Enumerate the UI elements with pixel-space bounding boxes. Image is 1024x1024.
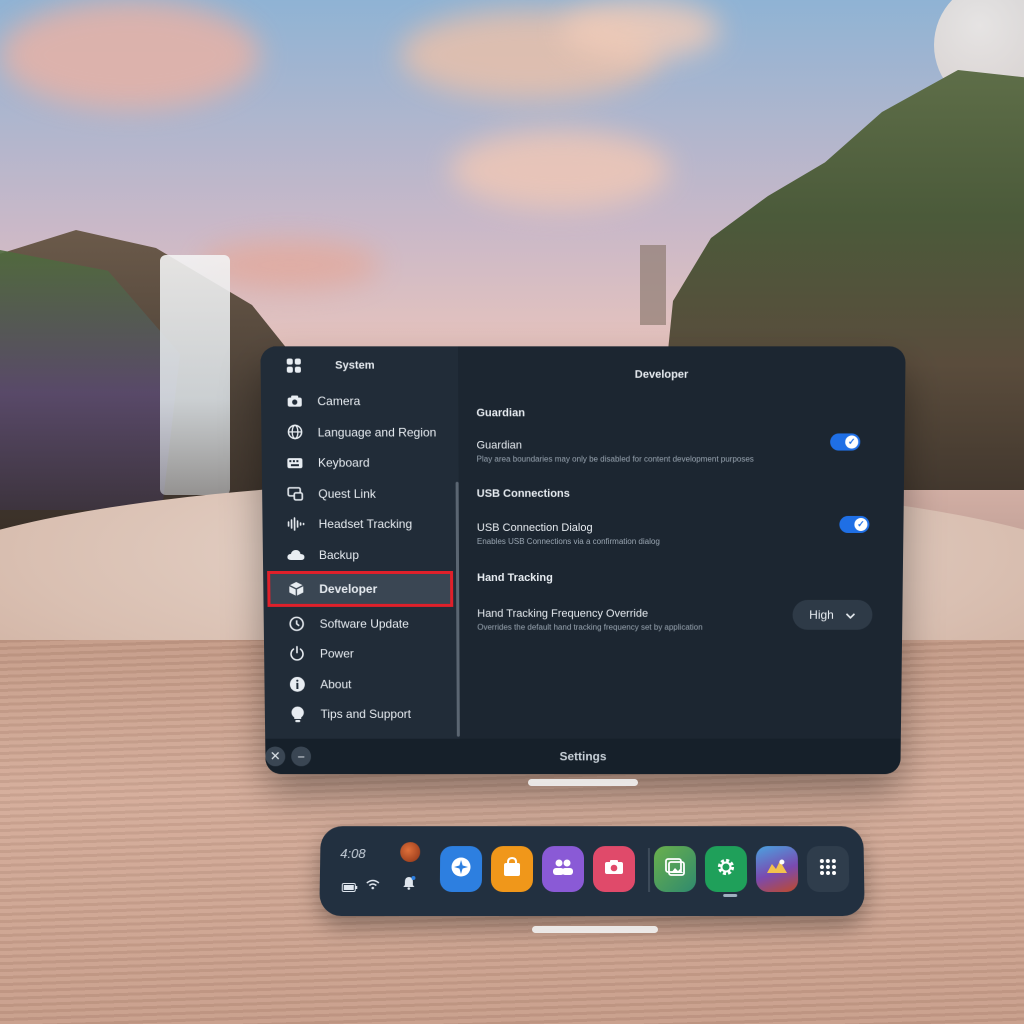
usb-dialog-toggle[interactable]: ✓	[839, 515, 870, 533]
lightbulb-icon	[289, 705, 307, 723]
cube-icon	[287, 580, 305, 598]
power-icon	[288, 645, 306, 663]
close-button[interactable]: ✕	[265, 746, 286, 767]
settings-window: System Camera Language and Region Keyboa…	[260, 346, 906, 775]
game-app-button[interactable]	[755, 846, 799, 892]
cloud-icon	[287, 545, 305, 563]
nav-item-quest-link[interactable]: Quest Link	[262, 479, 459, 508]
nav-item-developer[interactable]: Developer	[267, 570, 454, 607]
developer-content: Developer Guardian Guardian Play area bo…	[458, 346, 906, 738]
nav-label: Quest Link	[318, 486, 376, 501]
clock: 4:08	[340, 846, 366, 862]
nav-item-tips-support[interactable]: Tips and Support	[265, 700, 460, 729]
grid-icon[interactable]	[286, 358, 301, 373]
avatar[interactable]	[400, 842, 421, 863]
files-app-button[interactable]	[653, 846, 697, 892]
nav-label: Developer	[319, 581, 378, 596]
camera-icon	[285, 392, 303, 410]
tracking-icon	[286, 515, 304, 533]
chevron-down-icon	[846, 608, 856, 622]
keyboard-icon	[286, 454, 304, 472]
grid-icon	[819, 858, 837, 881]
explore-app-button[interactable]	[439, 846, 483, 892]
running-indicator	[723, 893, 738, 898]
camera-icon	[604, 859, 624, 880]
nav-label: Keyboard	[317, 455, 370, 470]
people-app-button[interactable]	[541, 846, 585, 892]
nav-item-language-region[interactable]: Language and Region	[261, 417, 458, 446]
nav-label: Backup	[318, 547, 360, 562]
universal-menu-dock: 4:08	[319, 826, 865, 917]
camera-app-button[interactable]	[592, 846, 636, 892]
sidebar: System Camera Language and Region Keyboa…	[260, 346, 460, 739]
nav-item-power[interactable]: Power	[264, 639, 460, 668]
store-app-button[interactable]	[490, 846, 534, 892]
waterfall	[160, 255, 230, 495]
hand-tracking-setting-row: Hand Tracking Frequency Override Overrid…	[477, 599, 902, 638]
app-library-button[interactable]	[806, 846, 850, 892]
dropdown-value: High	[809, 607, 834, 622]
dock-grab-handle[interactable]	[532, 926, 658, 933]
link-icon	[286, 484, 304, 502]
nav-item-keyboard[interactable]: Keyboard	[262, 448, 459, 477]
nav-item-software-update[interactable]: Software Update	[264, 609, 460, 638]
gear-icon	[715, 856, 737, 883]
page-title: Developer	[634, 368, 689, 381]
sidebar-title: System	[335, 359, 375, 372]
nav-label: Power	[319, 646, 354, 661]
nav-label: Software Update	[319, 616, 409, 631]
wifi-icon[interactable]	[366, 878, 380, 893]
battery-icon[interactable]	[342, 880, 358, 895]
usb-setting-row: USB Connection Dialog Enables USB Connec…	[476, 515, 904, 552]
frequency-dropdown[interactable]: High	[792, 599, 873, 630]
section-heading-usb: USB Connections	[476, 487, 570, 500]
guardian-setting-row: Guardian Play area boundaries may only b…	[476, 433, 904, 469]
window-footer: ✕ − Settings	[265, 738, 901, 775]
close-icon: ✕	[269, 748, 281, 764]
check-icon: ✓	[854, 517, 868, 531]
notification-bell-icon[interactable]	[402, 875, 416, 893]
window-title: Settings	[559, 749, 607, 764]
nav-label: Headset Tracking	[318, 516, 413, 531]
photos-icon	[665, 858, 686, 881]
window-grab-handle[interactable]	[528, 779, 638, 786]
settings-app-button[interactable]	[704, 846, 748, 892]
globe-icon	[285, 423, 303, 441]
nav-label: Tips and Support	[320, 707, 412, 721]
nav-item-camera[interactable]: Camera	[261, 386, 458, 415]
people-icon	[552, 858, 574, 881]
nav-item-about[interactable]: About	[264, 669, 459, 698]
guardian-toggle[interactable]: ✓	[830, 433, 861, 451]
nav-label: About	[320, 676, 352, 691]
section-heading-hand-tracking: Hand Tracking	[477, 571, 553, 584]
nav-label: Camera	[317, 394, 361, 409]
info-icon	[288, 675, 306, 693]
bag-icon	[503, 857, 521, 882]
update-icon	[288, 614, 306, 632]
nav-label: Language and Region	[317, 424, 437, 439]
check-icon: ✓	[845, 435, 859, 449]
game-icon	[765, 857, 789, 882]
section-heading-guardian: Guardian	[476, 407, 525, 420]
dock-divider	[647, 848, 651, 892]
minimize-button[interactable]: −	[291, 746, 312, 767]
setting-subtitle: Enables USB Connections via a confirmati…	[476, 536, 660, 546]
setting-subtitle: Play area boundaries may only be disable…	[476, 454, 754, 464]
minimize-icon: −	[297, 749, 305, 764]
nav-item-headset-tracking[interactable]: Headset Tracking	[262, 509, 459, 538]
compass-icon	[450, 856, 472, 883]
nav-item-backup[interactable]: Backup	[263, 540, 459, 569]
distant-tower	[640, 245, 666, 325]
